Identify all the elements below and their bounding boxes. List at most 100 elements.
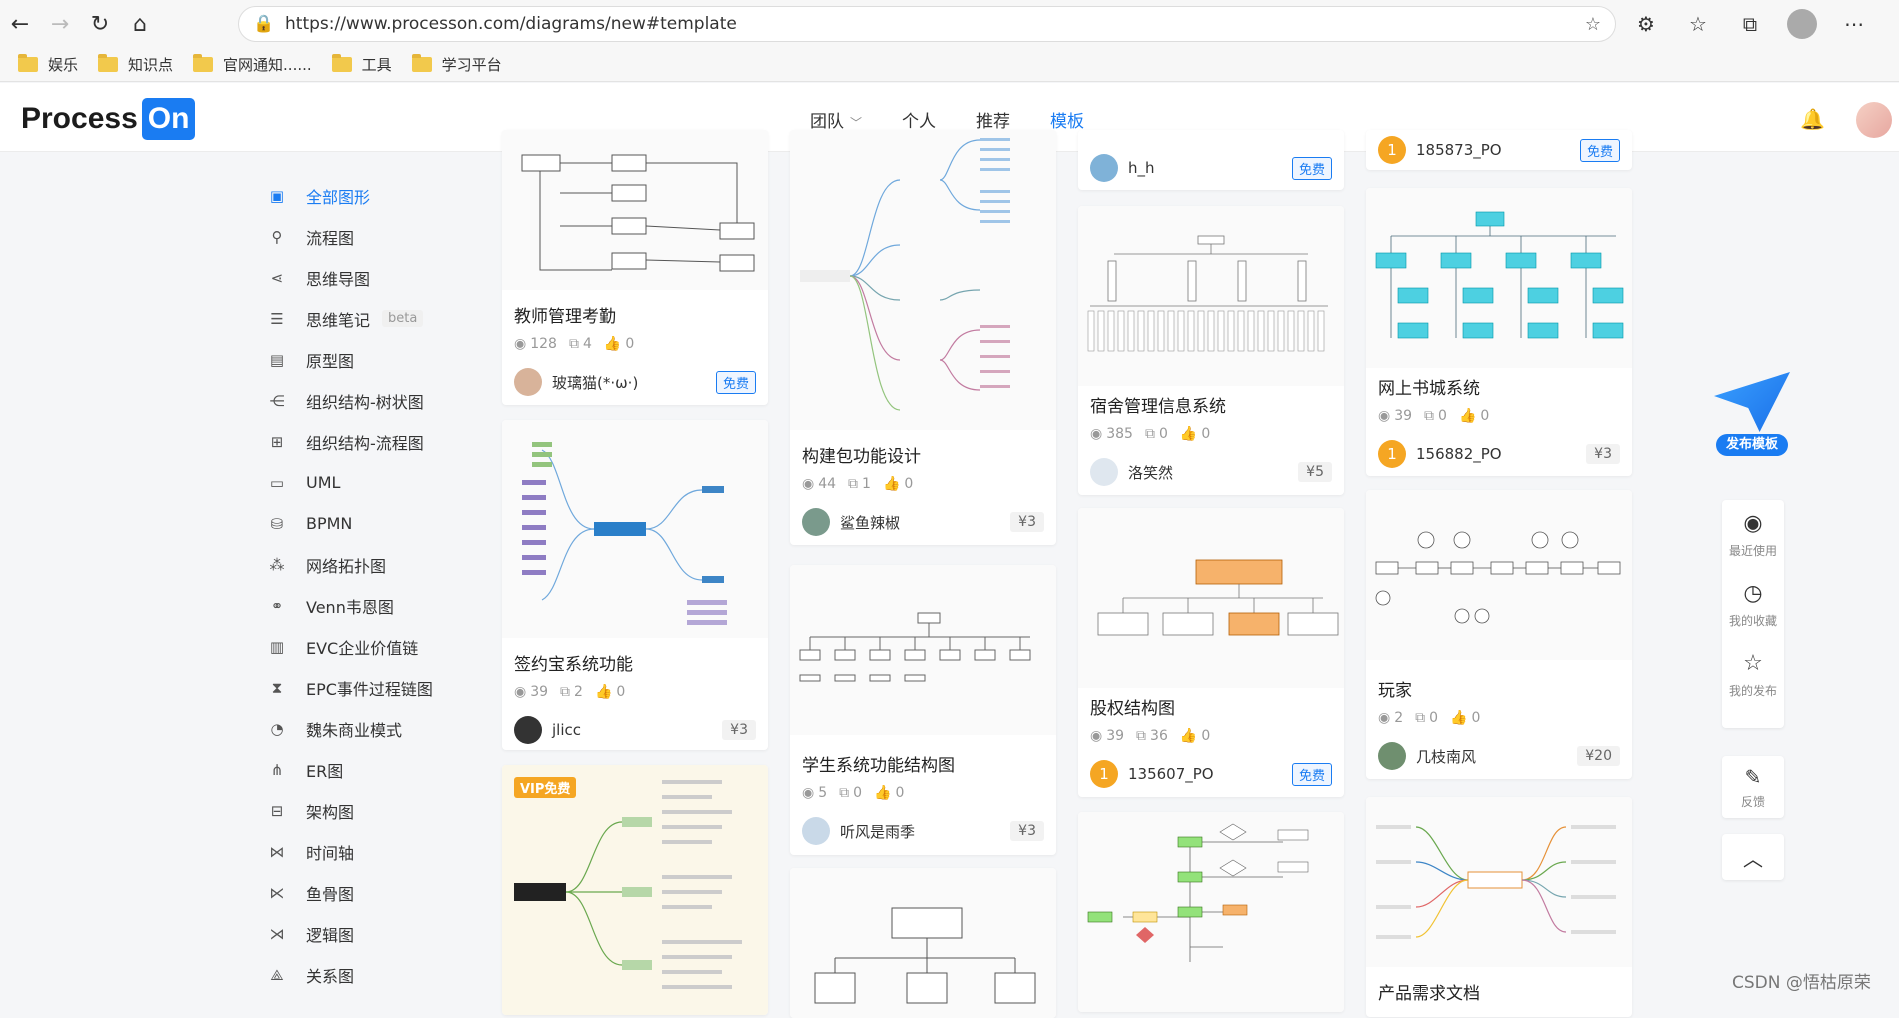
- url-text: https://www.processon.com/diagrams/new#t…: [285, 14, 737, 34]
- card-title: 玩家: [1378, 681, 1412, 701]
- template-thumbnail: [502, 765, 768, 1015]
- sidebar-item-prototype[interactable]: ▤ 原型图: [258, 339, 458, 380]
- template-card[interactable]: [790, 868, 1056, 1018]
- template-card[interactable]: 教师管理考勤 ◉ 128 ⧉ 4 👍 0 玻璃猫(*·ω·) 免费: [502, 130, 768, 405]
- template-thumbnail: [790, 868, 1056, 1018]
- nav-templates[interactable]: 模板: [1050, 107, 1084, 132]
- template-card[interactable]: 学生系统功能结构图 ◉ 5 ⧉ 0 👍 0 听风是雨季 ¥3: [790, 565, 1056, 855]
- nav-recommend[interactable]: 推荐: [976, 107, 1010, 132]
- template-card[interactable]: 构建包功能设计 ◉ 44 ⧉ 1 👍 0 鲨鱼辣椒 ¥3: [790, 130, 1056, 545]
- price-tag: ¥3: [1010, 512, 1044, 532]
- sidebar-item-logic[interactable]: ⋊ 逻辑图: [258, 913, 458, 954]
- template-thumbnail: [1078, 508, 1344, 688]
- sidebar-item-mindmap[interactable]: ⋖ 思维导图: [258, 257, 458, 298]
- template-card[interactable]: h_h 免费: [1078, 130, 1344, 190]
- template-thumbnail: [1366, 797, 1632, 967]
- profile-icon[interactable]: [1787, 9, 1817, 39]
- template-card[interactable]: 1 185873_PO 免费: [1366, 130, 1632, 170]
- chevron-down-icon: ﹀: [850, 116, 863, 130]
- back-icon[interactable]: ←: [0, 4, 40, 44]
- sidebar-item-architecture[interactable]: ⊟ 架构图: [258, 790, 458, 831]
- back-to-top-button[interactable]: ︿: [1722, 834, 1784, 880]
- bookmark-folder[interactable]: 知识点: [98, 54, 173, 75]
- collections-icon[interactable]: ⧉: [1735, 12, 1765, 36]
- sidebar-item-epc[interactable]: ⧗ EPC事件过程链图: [258, 667, 458, 708]
- sidebar-item-network[interactable]: ⁂ 网络拓扑图: [258, 544, 458, 585]
- sidebar-item-venn[interactable]: ⚭ Venn韦恩图: [258, 585, 458, 626]
- add-favorite-icon[interactable]: ☆: [1585, 14, 1601, 35]
- bookmark-folder[interactable]: 工具: [331, 54, 392, 75]
- template-card[interactable]: [1078, 812, 1344, 1012]
- nav-team[interactable]: 团队 ﹀: [810, 107, 862, 132]
- sidebar-item-fishbone[interactable]: ⋉ 鱼骨图: [258, 872, 458, 913]
- sidebar-item-org-tree[interactable]: ⋲ 组织结构-树状图: [258, 380, 458, 421]
- beta-badge: beta: [382, 310, 424, 327]
- sidebar-item-business-model[interactable]: ◔ 魏朱商业模式: [258, 708, 458, 749]
- sidebar-item-org-flow[interactable]: ⊞ 组织结构-流程图: [258, 421, 458, 462]
- edit-icon: ✎: [1744, 764, 1762, 789]
- menu-icon[interactable]: ⋯: [1839, 12, 1869, 36]
- template-card[interactable]: 宿舍管理信息系统 ◉ 385 ⧉ 0 👍 0 洛笑然 ¥5: [1078, 206, 1344, 495]
- sidebar-item-flowchart[interactable]: ⚲ 流程图: [258, 216, 458, 257]
- star-icon: ☆: [1743, 651, 1763, 676]
- copy-icon: ⧉: [1136, 728, 1147, 744]
- template-thumbnail: [502, 420, 768, 638]
- clock-icon: ◷: [1743, 581, 1763, 606]
- template-card[interactable]: 玩家 ◉ 2 ⧉ 0 👍 0 几枝南风 ¥20: [1366, 490, 1632, 779]
- mindmap-icon: ⋖: [270, 268, 284, 287]
- template-thumbnail: [502, 130, 768, 290]
- reload-icon[interactable]: ↻: [80, 4, 120, 44]
- my-published-button[interactable]: ☆ 我的发布: [1722, 640, 1784, 710]
- publish-template-button[interactable]: 发布模板: [1708, 372, 1796, 460]
- bookmark-folder[interactable]: 娱乐: [18, 54, 78, 75]
- author-avatar: 1: [1378, 136, 1406, 164]
- eye-icon: ◉: [514, 684, 527, 700]
- bookmark-folder[interactable]: 学习平台: [411, 54, 502, 75]
- bookmark-folder[interactable]: 官网通知......: [193, 54, 312, 75]
- uml-icon: ▭: [269, 473, 285, 492]
- card-stats: ◉ 39 ⧉ 2 👍 0: [514, 684, 626, 700]
- card-stats: ◉ 39 ⧉ 0 👍 0: [1378, 408, 1490, 424]
- template-card[interactable]: 股权结构图 ◉ 39 ⧉ 36 👍 0 1 135607_PO 免费: [1078, 508, 1344, 797]
- home-icon[interactable]: ⌂: [120, 4, 160, 44]
- sidebar-item-bpmn[interactable]: ⛁ BPMN: [258, 503, 458, 544]
- sidebar-item-timeline[interactable]: ⋈ 时间轴: [258, 831, 458, 872]
- template-thumbnail: [1078, 812, 1344, 1012]
- sidebar-item-all[interactable]: ▣ 全部图形: [258, 175, 458, 216]
- nav-personal[interactable]: 个人: [902, 107, 936, 132]
- template-card[interactable]: 产品需求文档: [1366, 797, 1632, 1017]
- forward-icon[interactable]: →: [40, 4, 80, 44]
- template-thumbnail: [1078, 206, 1344, 386]
- favorites-button[interactable]: ◷ 我的收藏: [1722, 570, 1784, 640]
- sidebar-item-evc[interactable]: ▥ EVC企业价值链: [258, 626, 458, 667]
- template-card[interactable]: 网上书城系统 ◉ 39 ⧉ 0 👍 0 1 156882_PO ¥3: [1366, 188, 1632, 476]
- like-icon: 👍: [594, 684, 613, 700]
- template-thumbnail: [790, 565, 1056, 735]
- copy-icon: ⧉: [839, 785, 850, 801]
- extensions-icon[interactable]: ⚙: [1631, 12, 1661, 36]
- favorites-icon[interactable]: ☆: [1683, 12, 1713, 36]
- logo[interactable]: Process On: [21, 98, 196, 140]
- author-avatar: [514, 368, 542, 396]
- card-stats: ◉ 44 ⧉ 1 👍 0: [802, 476, 914, 492]
- address-bar[interactable]: 🔒 https://www.processon.com/diagrams/new…: [238, 6, 1616, 42]
- sidebar-item-er[interactable]: ⋔ ER图: [258, 749, 458, 790]
- user-avatar[interactable]: [1856, 102, 1892, 138]
- card-title: 宿舍管理信息系统: [1090, 397, 1226, 417]
- recent-button[interactable]: ◉ 最近使用: [1722, 500, 1784, 570]
- like-icon: 👍: [1450, 710, 1468, 726]
- card-title: 学生系统功能结构图: [802, 756, 955, 776]
- folder-icon: [411, 54, 432, 72]
- template-card[interactable]: 签约宝系统功能 ◉ 39 ⧉ 2 👍 0 jlicc ¥3: [502, 420, 768, 750]
- feedback-button[interactable]: ✎ 反馈: [1722, 756, 1784, 818]
- sidebar-item-relation[interactable]: ⟁ 关系图: [258, 954, 458, 995]
- chevron-up-icon: ︿: [1743, 846, 1763, 871]
- like-icon: 👍: [1179, 728, 1198, 744]
- sidebar-item-mindnote[interactable]: ☰ 思维笔记 beta: [258, 298, 458, 339]
- sidebar-item-uml[interactable]: ▭ UML: [258, 462, 458, 503]
- folder-icon: [98, 54, 119, 72]
- eye-icon: ◉: [1378, 408, 1391, 424]
- template-thumbnail: [1366, 188, 1632, 368]
- template-card[interactable]: VIP免费: [502, 765, 768, 1015]
- bell-icon[interactable]: 🔔: [1800, 107, 1825, 131]
